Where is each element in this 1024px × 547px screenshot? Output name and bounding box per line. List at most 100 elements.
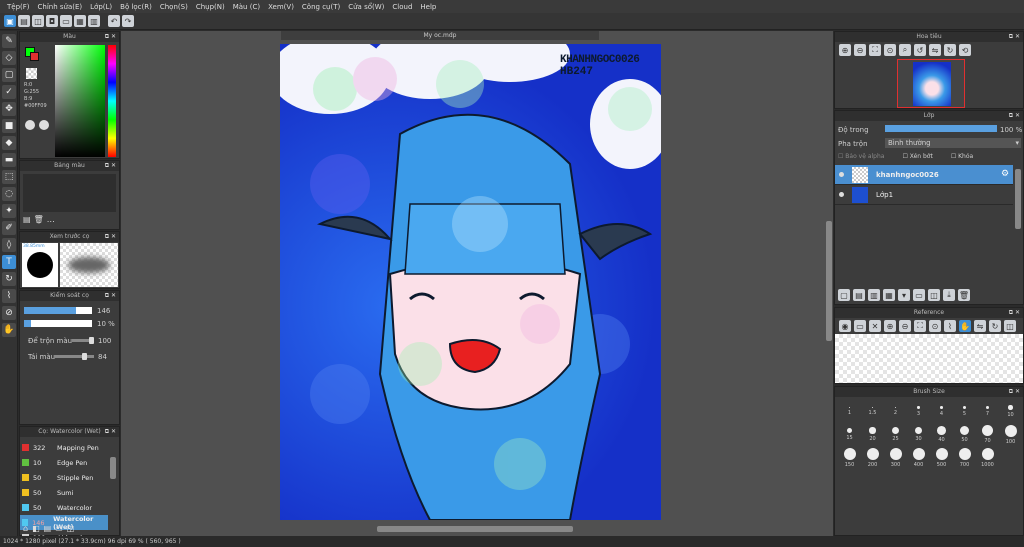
magic-wand-icon[interactable]: ✦ <box>2 204 16 218</box>
duplicate-layer-icon[interactable]: ◫ <box>928 289 940 301</box>
reset-view-icon[interactable]: ⟲ <box>959 44 971 56</box>
open-folder-icon[interactable]: ▭ <box>854 320 866 332</box>
add-brush-icon[interactable]: ⌂ <box>23 524 28 533</box>
vertical-scrollbar[interactable] <box>826 221 832 341</box>
brush-list-item[interactable]: 10 Edge Pen <box>20 455 108 470</box>
refill-slider[interactable] <box>54 353 94 360</box>
close-icon[interactable]: ⧉ ✕ <box>1009 111 1020 121</box>
canvas-icon[interactable]: ▣ <box>4 15 16 27</box>
clipping-checkbox[interactable]: ☐ Xén bớt <box>902 153 932 160</box>
menu-item[interactable]: Công cụ(T) <box>298 3 344 11</box>
merge-down-icon[interactable]: ⤓ <box>943 289 955 301</box>
add-layer-menu-icon[interactable]: ▾ <box>898 289 910 301</box>
brush-size-option[interactable]: 20 <box>862 424 883 445</box>
brush-size-option[interactable]: 7 <box>977 401 998 422</box>
blend-slider[interactable] <box>72 337 94 344</box>
brush-list-item[interactable]: 322 Mapping Pen <box>20 440 108 455</box>
panel-icon[interactable]: ▥ <box>88 15 100 27</box>
brush-size-option[interactable]: 150 <box>839 447 860 468</box>
zoom-out-icon[interactable]: ⊖ <box>854 44 866 56</box>
brush-size-option[interactable]: 4 <box>931 401 952 422</box>
close-icon[interactable]: ⧉ ✕ <box>1009 308 1020 318</box>
menu-item[interactable]: Cửa sổ(W) <box>344 3 388 11</box>
delete-layer-icon[interactable]: 🗑 <box>958 289 970 301</box>
brush-opacity-slider[interactable] <box>24 320 92 327</box>
copy-brush-icon[interactable]: ▤ <box>44 524 52 533</box>
fill-rect-tool-icon[interactable]: ■ <box>2 119 16 133</box>
brush-size-option[interactable]: 25 <box>885 424 906 445</box>
layer-icon[interactable]: ◫ <box>32 15 44 27</box>
brush-list-item[interactable]: 50 Stipple Pen <box>20 470 108 485</box>
canvas-area[interactable]: My oc.mdp KHANHNGOC0026 HB247 <box>121 31 833 536</box>
menu-item[interactable]: Chụp(N) <box>192 3 229 11</box>
menu-item[interactable]: Lớp(L) <box>86 3 116 11</box>
open-image-icon[interactable]: ◉ <box>839 320 851 332</box>
delete-palette-icon[interactable]: 🗑 <box>34 215 44 224</box>
select-eraser-icon[interactable]: ◊ <box>2 238 16 252</box>
hand-tool-icon[interactable]: ✋ <box>2 323 16 337</box>
search-icon[interactable]: ⌕ <box>899 44 911 56</box>
close-icon[interactable]: ⧉ ✕ <box>1009 32 1020 42</box>
pen-tool-icon[interactable]: ✓ <box>2 85 16 99</box>
brush-list-item[interactable]: 50 Watercolor <box>20 500 108 515</box>
brush-size-option[interactable]: 70 <box>977 424 998 445</box>
brush-size-option[interactable]: 1.5 <box>862 401 883 422</box>
close-icon[interactable]: ⧉ ✕ <box>1009 387 1020 397</box>
zoom-in-icon[interactable]: ⊕ <box>839 44 851 56</box>
brush-size-option[interactable]: 50 <box>954 424 975 445</box>
menu-item[interactable]: Tệp(F) <box>3 3 34 11</box>
window-icon[interactable]: ▭ <box>60 15 72 27</box>
brush-size-option[interactable]: 200 <box>862 447 883 468</box>
menu-item[interactable]: Chọn(S) <box>156 3 192 11</box>
saturation-value-picker[interactable] <box>55 45 105 157</box>
rotate-tool-icon[interactable]: ↻ <box>2 272 16 286</box>
close-icon[interactable]: ⧉ ✕ <box>105 161 116 171</box>
brush-size-option[interactable]: 300 <box>885 447 906 468</box>
new-1bit-layer-icon[interactable]: ▦ <box>883 289 895 301</box>
color-wheel-icon[interactable] <box>25 120 35 130</box>
brush-settings-icon[interactable]: ◧ <box>32 524 40 533</box>
move-tool-icon[interactable]: ✥ <box>2 102 16 116</box>
pin-icon[interactable]: ◫ <box>1004 320 1016 332</box>
dropper-tool-icon[interactable]: ⊘ <box>2 306 16 320</box>
zoom-reset-icon[interactable]: ⊙ <box>929 320 941 332</box>
gradient-tool-icon[interactable]: ▬ <box>2 153 16 167</box>
chat-icon[interactable]: ◘ <box>46 15 58 27</box>
menu-item[interactable]: Cloud <box>388 3 416 11</box>
brush-size-option[interactable]: 2 <box>885 401 906 422</box>
brush-size-option[interactable]: 3 <box>908 401 929 422</box>
layer-folder-icon[interactable]: ▭ <box>913 289 925 301</box>
rect-select-icon[interactable]: ⬚ <box>2 170 16 184</box>
save-icon[interactable]: ▤ <box>18 15 30 27</box>
brush-size-option[interactable]: 400 <box>908 447 929 468</box>
new-8bit-layer-icon[interactable]: ▥ <box>868 289 880 301</box>
eyedropper-tool-icon[interactable]: ⌇ <box>2 289 16 303</box>
menu-item[interactable]: Bộ lọc(R) <box>116 3 156 11</box>
fit-icon[interactable]: ⛶ <box>914 320 926 332</box>
menu-item[interactable]: Chỉnh sửa(E) <box>34 3 87 11</box>
rotate-left-icon[interactable]: ↺ <box>914 44 926 56</box>
menu-item[interactable]: Xem(V) <box>264 3 298 11</box>
layer-item[interactable]: khanhngoc0026 <box>835 165 1013 185</box>
brush-size-option[interactable]: 700 <box>954 447 975 468</box>
rotate-right-icon[interactable]: ↻ <box>944 44 956 56</box>
protect-alpha-checkbox[interactable]: ☐ Bảo vệ alpha <box>838 153 884 160</box>
reference-canvas[interactable] <box>835 334 1023 383</box>
palette-area[interactable] <box>23 174 116 212</box>
close-reference-icon[interactable]: ✕ <box>869 320 881 332</box>
brush-list-item[interactable]: 50 Sumi <box>20 485 108 500</box>
lock-checkbox[interactable]: ☐ Khóa <box>951 153 973 160</box>
brush-size-option[interactable]: 100 <box>1000 424 1021 445</box>
layer-scrollbar[interactable] <box>1015 169 1021 229</box>
eye-icon[interactable] <box>839 192 844 197</box>
grid-icon[interactable]: ▦ <box>74 15 86 27</box>
hand-icon[interactable]: ✋ <box>959 320 971 332</box>
layer-opacity-slider[interactable] <box>885 125 997 132</box>
layer-item[interactable]: Lớp1 <box>835 185 1013 205</box>
navigator-thumbnail[interactable] <box>897 59 965 108</box>
text-tool-icon[interactable]: T <box>2 255 16 269</box>
menu-item[interactable]: Help <box>416 3 440 11</box>
artwork[interactable]: KHANHNGOC0026 HB247 <box>280 44 661 520</box>
new-layer-icon[interactable]: ▢ <box>838 289 850 301</box>
horizontal-scrollbar[interactable] <box>377 526 573 532</box>
